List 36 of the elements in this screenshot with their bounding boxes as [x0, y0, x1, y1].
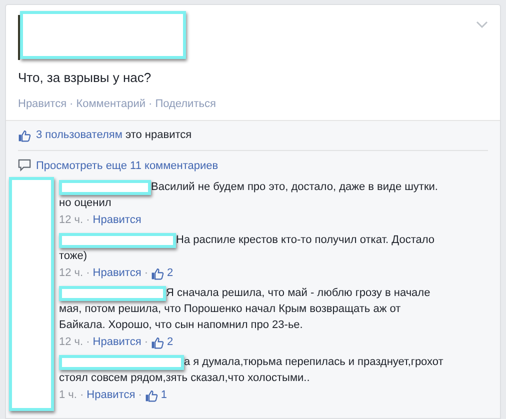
comment-like-count: 2	[166, 266, 174, 281]
post-action-link[interactable]: Нравится	[18, 96, 67, 112]
comment-like-link[interactable]: Нравится	[92, 265, 142, 281]
comment-text: На распиле крестов кто-то получил откат. Достало тоже)	[59, 232, 436, 264]
comment-text: а я думала,тюрьма перепилась и празднует,грохот стоял совсем рядом,зять сказал,что холостыми..	[59, 354, 444, 386]
thumbs-up-icon	[144, 388, 158, 402]
comment-time: 1 ч.	[59, 388, 77, 403]
post-action-link[interactable]: Комментарий	[76, 96, 146, 112]
comment-like-link[interactable]: Нравится	[86, 387, 136, 403]
likes-summary: 3 пользователям это нравится	[36, 128, 192, 143]
comment-like-count: 2	[166, 335, 174, 350]
separator-dot: ·	[86, 266, 90, 281]
comment-time: 12 ч.	[59, 266, 84, 281]
thumbs-up-icon	[150, 336, 164, 348]
separator-dot: ·	[148, 96, 154, 112]
comment-like-count: 1	[160, 388, 167, 403]
separator-dot: ·	[80, 388, 84, 403]
view-more-comments-link[interactable]: Просмотреть еще 11 комментариев	[36, 158, 218, 174]
thumbs-up-icon	[18, 128, 31, 142]
thumbs-up-icon	[150, 266, 164, 280]
separator-dot: ·	[68, 96, 74, 112]
speech-bubble-icon	[18, 159, 31, 172]
separator-dot: ·	[138, 388, 142, 403]
separator-dot: ·	[86, 335, 90, 350]
separator-dot: ·	[144, 335, 148, 350]
comment-like-link[interactable]: Нравится	[92, 212, 142, 228]
post-action-link[interactable]: Поделиться	[155, 96, 216, 112]
comment-time: 12 ч.	[59, 335, 84, 350]
comment-text: Я сначала решила, что май - люблю грозу в начале мая, потом решила, что Порошенко начал Крым возвращать аж от Байкала. Хорошо, что сын напомнил про 23-ье.	[59, 285, 432, 333]
separator-dot: ·	[86, 213, 90, 228]
chevron-down-icon[interactable]	[476, 21, 488, 29]
comment-time: 12 ч.	[59, 213, 84, 228]
comment-like-link[interactable]: Нравится	[92, 334, 142, 350]
separator-dot: ·	[144, 266, 148, 281]
post-text: Что, за взрывы у нас?	[18, 69, 152, 87]
comment-text: Василий не будем про это, достало, даже в виде шутки. но оценил	[59, 179, 439, 211]
